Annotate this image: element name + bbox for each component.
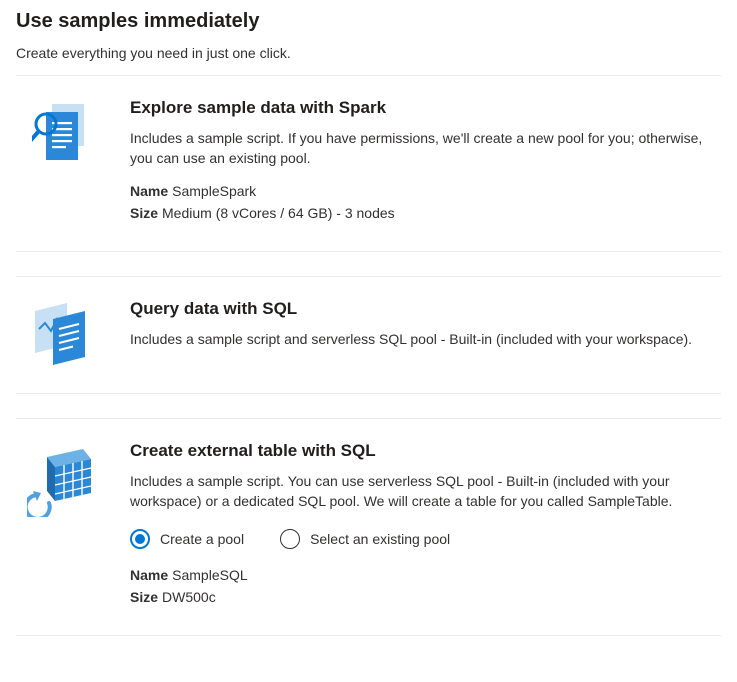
card-description: Includes a sample script. If you have pe… <box>130 128 721 169</box>
card-size-field: SizeMedium (8 vCores / 64 GB) - 3 nodes <box>130 205 721 221</box>
pool-radio-group: Create a pool Select an existing pool <box>130 529 721 549</box>
name-label: Name <box>130 183 168 199</box>
table-refresh-icon <box>16 441 106 612</box>
size-value: Medium (8 vCores / 64 GB) - 3 nodes <box>162 205 395 221</box>
card-name-field: NameSampleSpark <box>130 183 721 199</box>
name-label: Name <box>130 567 168 583</box>
card-size-field: SizeDW500c <box>130 589 721 605</box>
sample-card-spark[interactable]: Explore sample data with Spark Includes … <box>16 75 721 252</box>
page-subtitle: Create everything you need in just one c… <box>16 45 721 61</box>
name-value: SampleSpark <box>172 183 256 199</box>
radio-create-pool[interactable]: Create a pool <box>130 529 244 549</box>
size-label: Size <box>130 205 158 221</box>
sample-card-external-table[interactable]: Create external table with SQL Includes … <box>16 418 721 637</box>
radio-label: Select an existing pool <box>310 531 450 547</box>
card-description: Includes a sample script and serverless … <box>130 329 721 349</box>
radio-label: Create a pool <box>160 531 244 547</box>
name-value: SampleSQL <box>172 567 247 583</box>
page-title: Use samples immediately <box>16 10 721 33</box>
size-label: Size <box>130 589 158 605</box>
card-title: Query data with SQL <box>130 299 721 319</box>
radio-select-existing-pool[interactable]: Select an existing pool <box>280 529 450 549</box>
card-title: Explore sample data with Spark <box>130 98 721 118</box>
card-name-field: NameSampleSQL <box>130 567 721 583</box>
size-value: DW500c <box>162 589 216 605</box>
sample-card-query-sql[interactable]: Query data with SQL Includes a sample sc… <box>16 276 721 394</box>
card-description: Includes a sample script. You can use se… <box>130 471 721 512</box>
sql-document-chart-icon <box>16 299 106 369</box>
spark-document-magnifier-icon <box>16 98 106 227</box>
card-title: Create external table with SQL <box>130 441 721 461</box>
radio-unselected-icon <box>280 529 300 549</box>
radio-selected-icon <box>130 529 150 549</box>
